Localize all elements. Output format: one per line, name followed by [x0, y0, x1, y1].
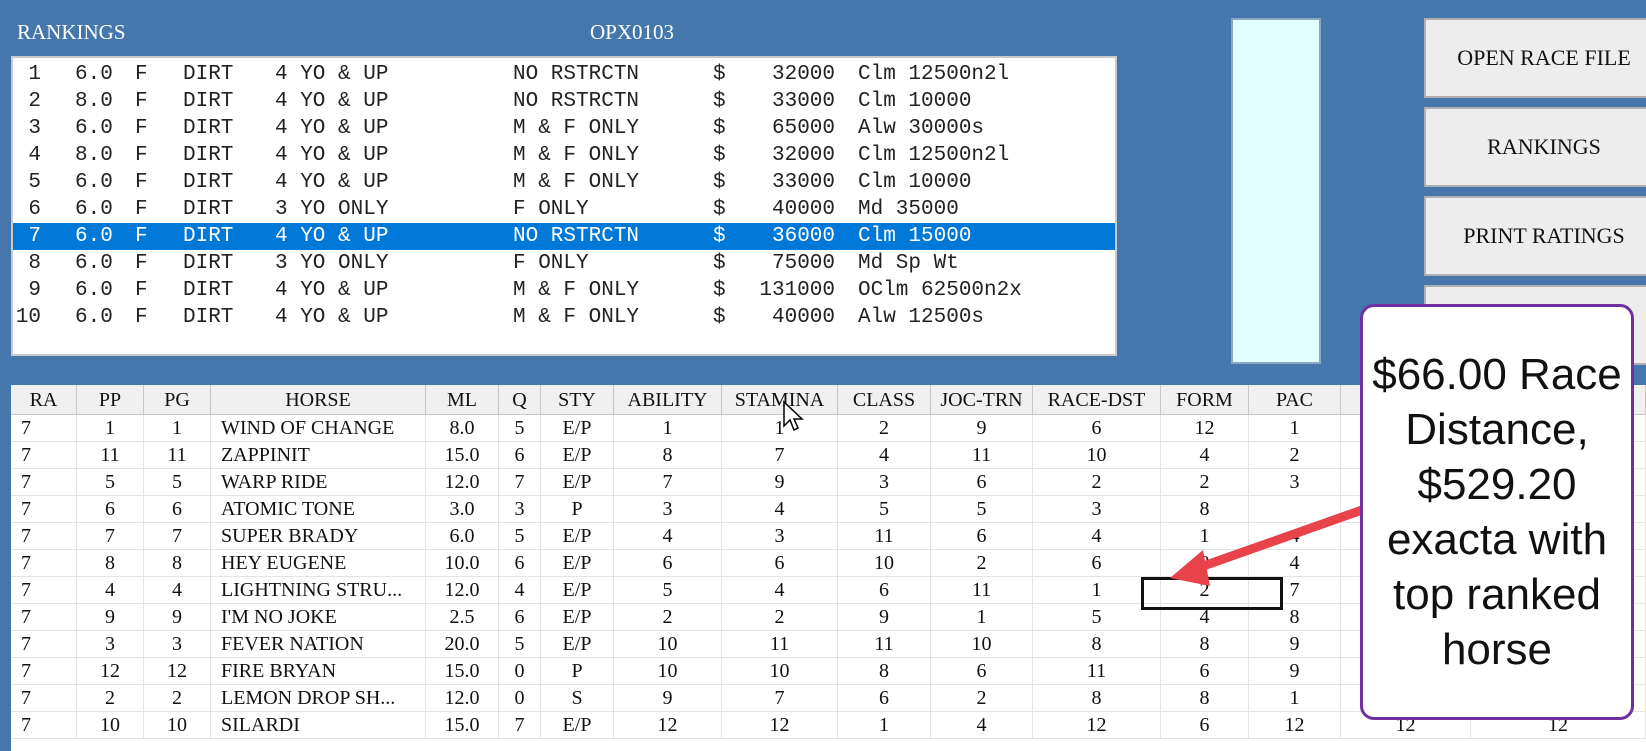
- mouse-cursor-icon: [783, 400, 804, 432]
- annotation-callout: $66.00 Race Distance, $529.20 exacta wit…: [1360, 304, 1634, 720]
